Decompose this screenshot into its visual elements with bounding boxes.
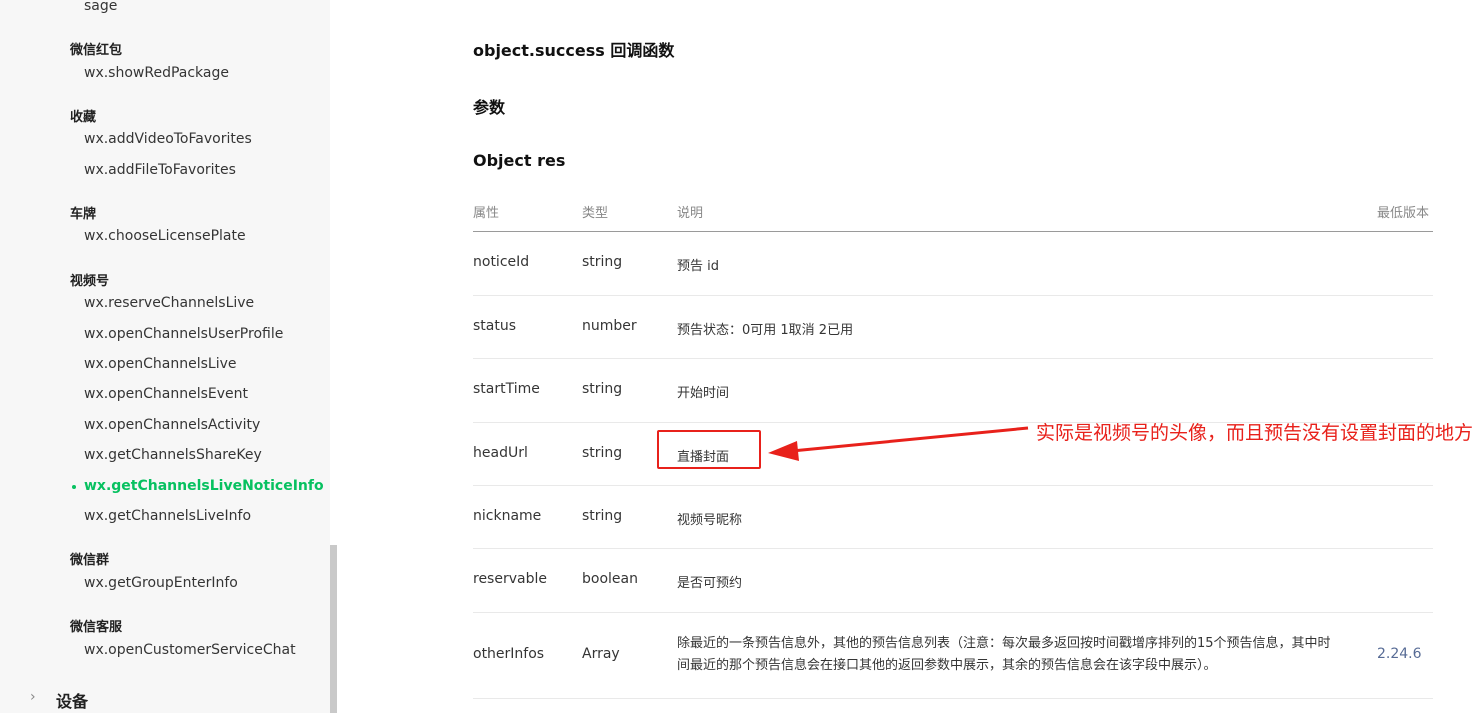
arrow-shaft [791,426,1029,453]
arrow-head-icon [768,441,799,461]
annotation-text: 实际是视频号的头像，而且预告没有设置封面的地方 [1036,422,1474,444]
annotation-arrow [768,426,1029,461]
